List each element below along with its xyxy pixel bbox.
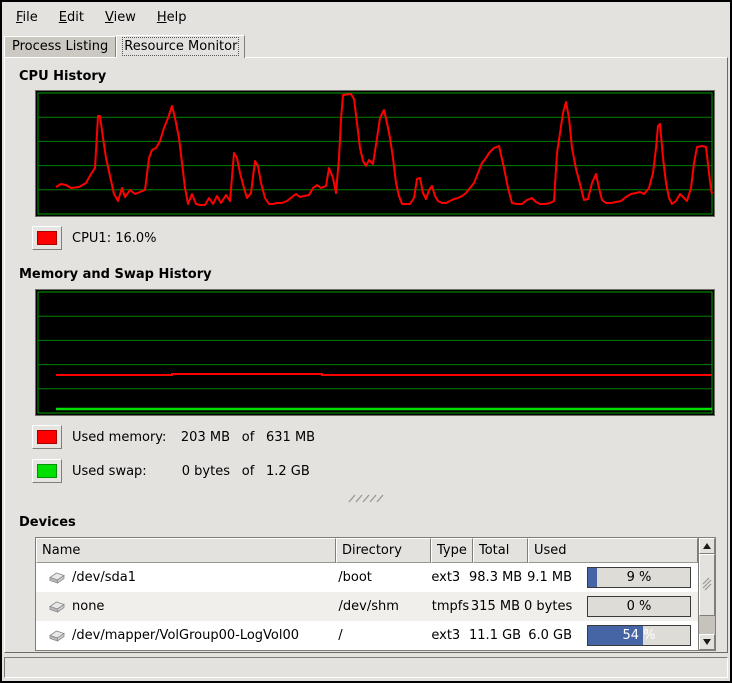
- cpu-history-title: CPU History: [19, 69, 727, 84]
- used-swap-label: Used swap:: [72, 464, 172, 479]
- devices-table-header: Name Directory Type Total Used: [36, 538, 698, 563]
- memory-color-swatch-button[interactable]: [32, 425, 62, 449]
- device-name: /dev/mapper/VolGroup00-LogVol00: [72, 628, 299, 643]
- column-header-total[interactable]: Total: [473, 538, 528, 563]
- usage-progress-bar: 0 %: [587, 596, 691, 617]
- menu-file[interactable]: File: [10, 8, 44, 27]
- harddisk-icon: [48, 629, 66, 642]
- used-memory-value: 203 MB: [172, 430, 230, 445]
- usage-progress-bar: 54 %: [587, 625, 691, 646]
- harddisk-icon: [48, 600, 66, 613]
- column-header-type[interactable]: Type: [431, 538, 473, 563]
- tab-bar: Process Listing Resource Monitor: [2, 32, 730, 57]
- column-header-directory[interactable]: Directory: [336, 538, 431, 563]
- cpu-legend-label: CPU1: 16.0%: [72, 231, 157, 246]
- scrollbar-grip-icon: [702, 577, 712, 593]
- memory-total-value: 631 MB: [266, 430, 315, 445]
- scroll-down-button[interactable]: [699, 634, 715, 650]
- arrow-up-icon: [703, 543, 711, 549]
- column-header-name[interactable]: Name: [36, 538, 336, 563]
- usage-progress-bar: 9 %: [587, 567, 691, 588]
- usage-percent-label: 0 %: [588, 597, 690, 616]
- cpu-graph-canvas: [36, 91, 714, 216]
- swap-legend-row: Used swap: 0 bytes of 1.2 GB: [32, 458, 727, 484]
- system-monitor-window: File Edit View Help Process Listing Reso…: [0, 0, 732, 683]
- memory-swap-title: Memory and Swap History: [19, 267, 727, 282]
- status-bar: [4, 657, 728, 678]
- device-directory: /: [333, 628, 427, 643]
- device-type: ext3: [427, 570, 469, 585]
- tab-resource-monitor-label: Resource Monitor: [124, 39, 237, 54]
- scrollbar-thumb[interactable]: [699, 554, 715, 616]
- menu-bar: File Edit View Help: [2, 2, 730, 32]
- cpu-history-graph: [35, 90, 715, 217]
- scroll-up-button[interactable]: [699, 538, 715, 554]
- vertical-scrollbar[interactable]: [698, 538, 715, 650]
- used-swap-value: 0 bytes: [172, 464, 230, 479]
- table-row[interactable]: /dev/mapper/VolGroup00-LogVol00 / ext3 1…: [36, 621, 698, 650]
- device-directory: /dev/shm: [334, 599, 428, 614]
- memory-graph-frame: [38, 292, 712, 413]
- table-row[interactable]: /dev/sda1 /boot ext3 98.3 MB 9.1 MB 9 %: [36, 563, 698, 592]
- device-type: ext3: [427, 628, 469, 643]
- device-used: 0 bytes: [524, 599, 572, 614]
- menu-edit[interactable]: Edit: [53, 8, 90, 27]
- resource-monitor-panel: CPU History CPU1: 16.0% Memory and Swap …: [4, 57, 728, 653]
- device-name: /dev/sda1: [72, 570, 136, 585]
- swap-total-value: 1.2 GB: [266, 464, 310, 479]
- device-used: 9.1 MB: [524, 570, 572, 585]
- device-total: 98.3 MB: [469, 570, 524, 585]
- device-directory: /boot: [333, 570, 427, 585]
- usage-percent-label: 54 %: [588, 626, 690, 645]
- swap-color-swatch-button[interactable]: [32, 459, 62, 483]
- cpu-color-swatch-button[interactable]: [32, 226, 62, 250]
- used-memory-line: [56, 374, 712, 375]
- menu-view[interactable]: View: [99, 8, 142, 27]
- device-name: none: [72, 599, 104, 614]
- table-row[interactable]: none /dev/shm tmpfs 315 MB 0 bytes 0 %: [36, 592, 698, 621]
- arrow-down-icon: [703, 639, 711, 645]
- cpu-color-swatch: [37, 231, 57, 245]
- column-header-used[interactable]: Used: [528, 538, 698, 563]
- cpu-legend-row: CPU1: 16.0%: [32, 225, 727, 251]
- devices-table: Name Directory Type Total Used /dev/sda1: [35, 537, 716, 651]
- device-total: 11.1 GB: [469, 628, 524, 643]
- memory-graph-canvas: [36, 290, 714, 415]
- memory-legend-row: Used memory: 203 MB of 631 MB: [32, 424, 727, 450]
- tab-process-listing-label: Process Listing: [12, 39, 108, 54]
- swap-color-swatch: [37, 464, 57, 478]
- tab-resource-monitor[interactable]: Resource Monitor: [116, 35, 245, 58]
- cpu-usage-line: [56, 94, 712, 205]
- memory-color-swatch: [37, 430, 57, 444]
- scrollbar-track[interactable]: [699, 554, 715, 634]
- device-total: 315 MB: [469, 599, 524, 614]
- harddisk-icon: [48, 571, 66, 584]
- memory-swap-graph: [35, 289, 715, 416]
- used-swap-of: of: [230, 464, 266, 479]
- devices-title: Devices: [19, 515, 727, 530]
- pane-resize-grip[interactable]: [348, 492, 384, 501]
- tab-process-listing[interactable]: Process Listing: [4, 36, 116, 57]
- device-used: 6.0 GB: [524, 628, 572, 643]
- device-type: tmpfs: [428, 599, 470, 614]
- used-memory-label: Used memory:: [72, 430, 172, 445]
- usage-percent-label: 9 %: [588, 568, 690, 587]
- used-memory-of: of: [230, 430, 266, 445]
- menu-help[interactable]: Help: [151, 8, 193, 27]
